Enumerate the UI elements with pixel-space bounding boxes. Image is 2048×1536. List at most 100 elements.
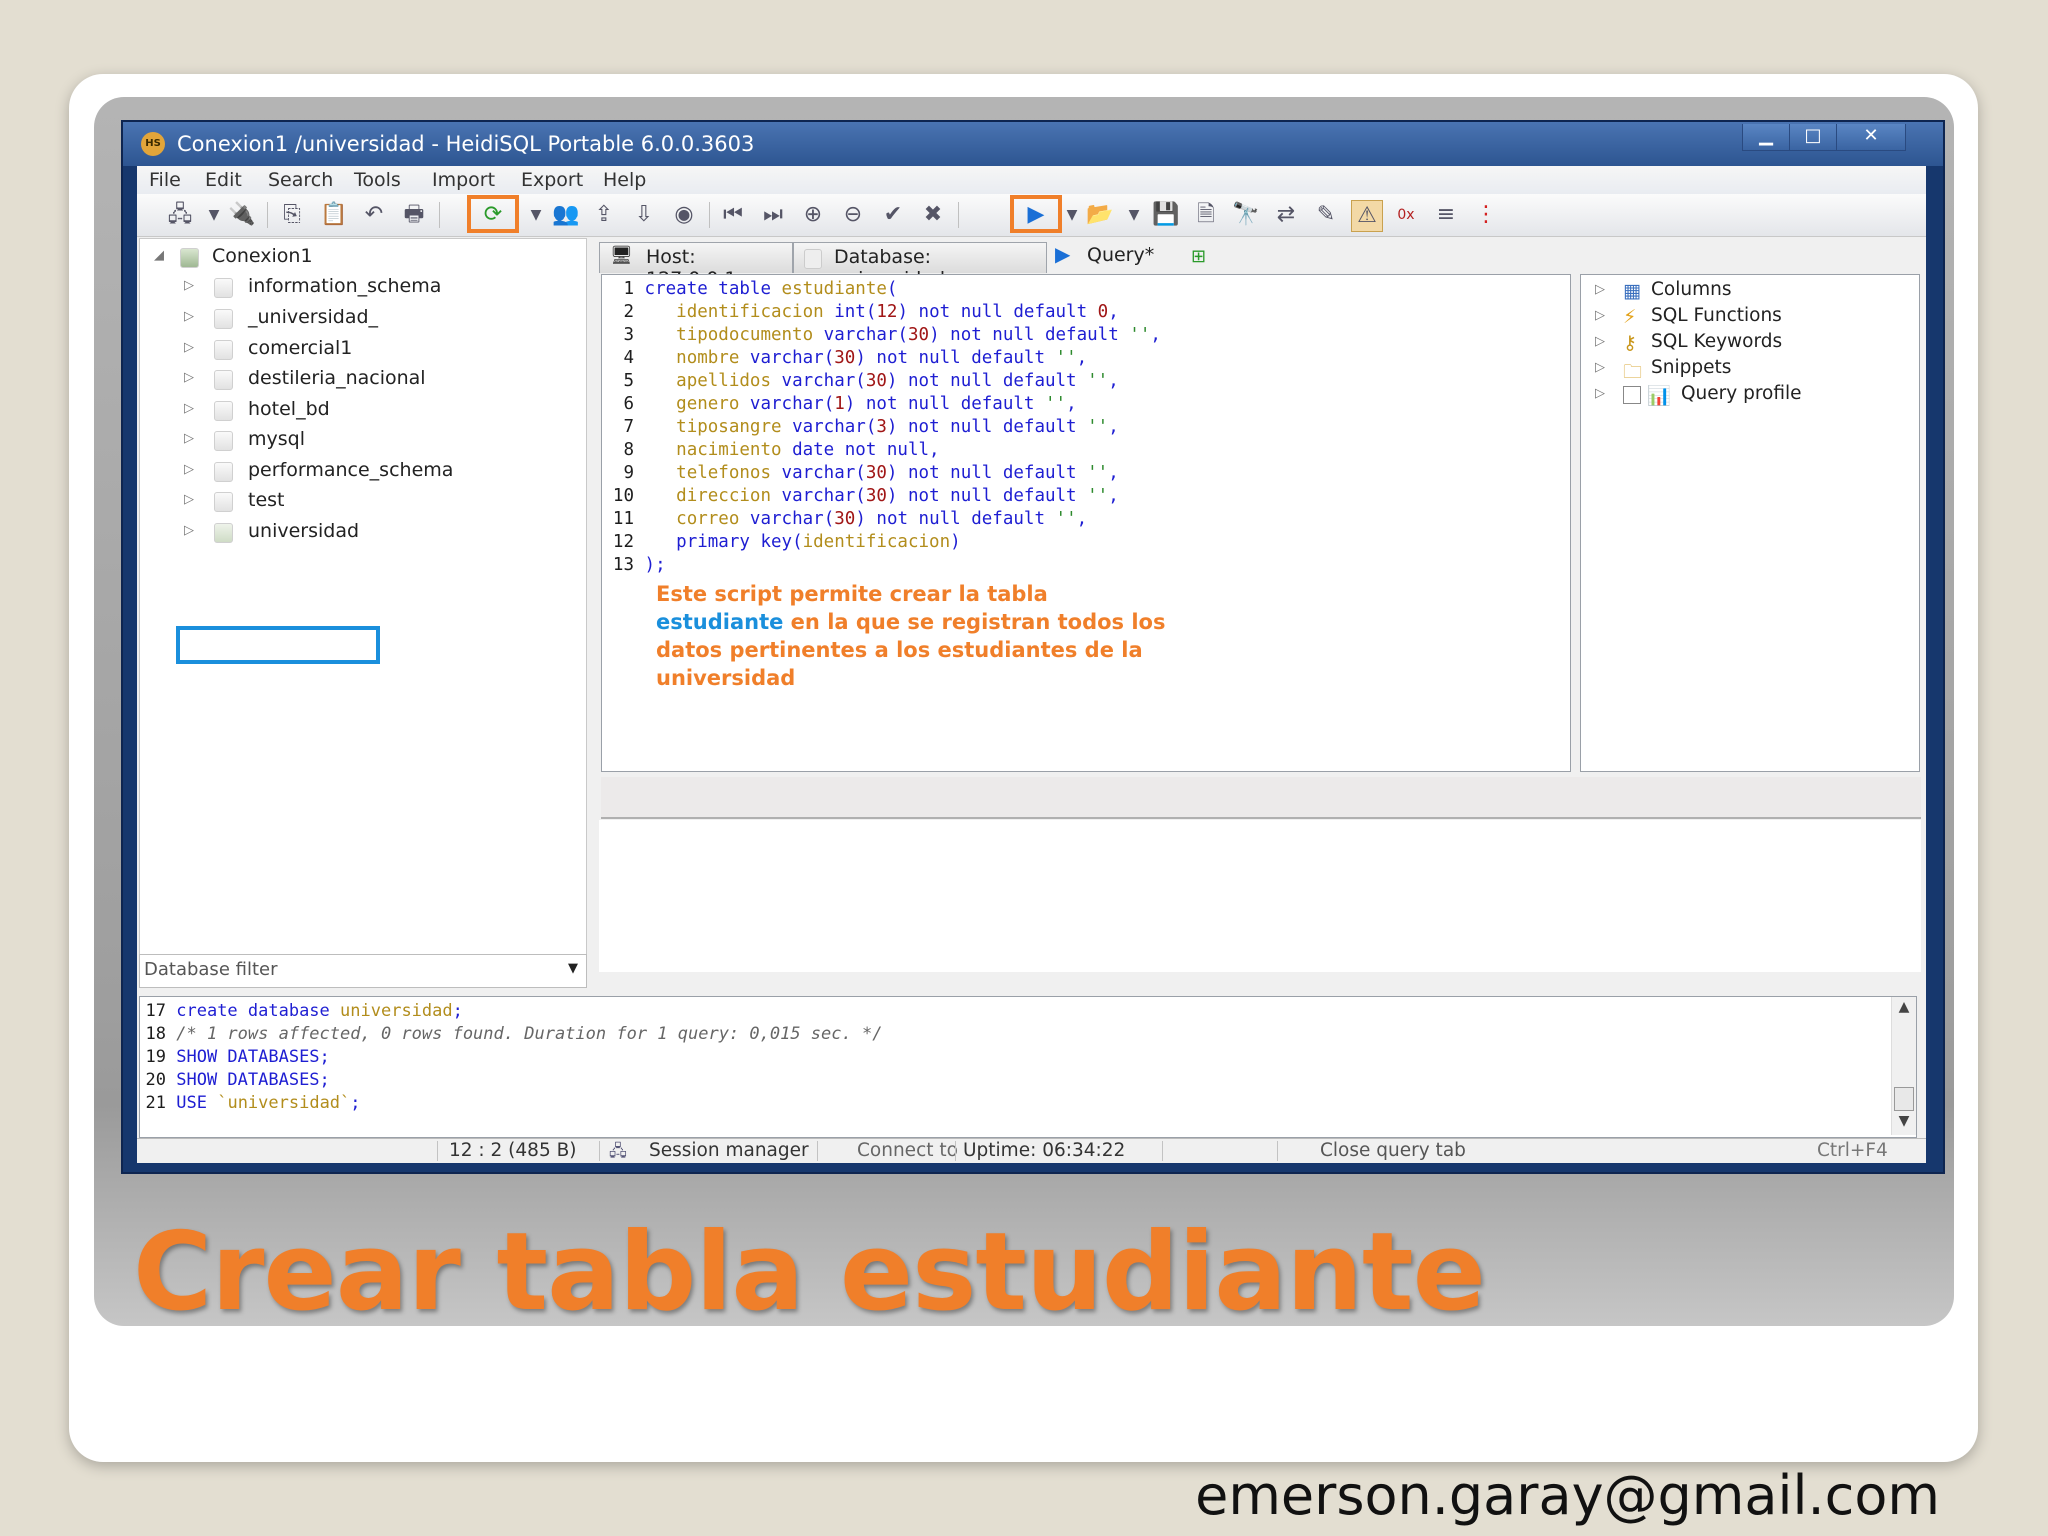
heidisql-window: HS Conexion1 /universidad - HeidiSQL Por… xyxy=(121,120,1945,1174)
expand-arrow-icon[interactable]: ▷ xyxy=(1595,386,1605,401)
log-scrollbar[interactable]: ▲ ▼ xyxy=(1891,997,1916,1135)
expand-arrow-icon[interactable]: ▷ xyxy=(184,278,194,293)
undo-icon[interactable]: ↶ xyxy=(359,200,389,230)
expand-arrow-icon[interactable]: ▷ xyxy=(1595,308,1605,323)
execute-query-icon[interactable]: ▶ xyxy=(1021,200,1051,230)
code-line: 4 nombre varchar(30) not null default ''… xyxy=(623,348,1088,368)
sql-editor[interactable]: 1 create table estudiante( 2 identificac… xyxy=(601,274,1571,772)
checkbox-icon[interactable] xyxy=(1623,386,1641,404)
status-connect-to[interactable]: Connect to xyxy=(857,1140,958,1161)
expand-arrow-icon[interactable]: ▷ xyxy=(184,492,194,507)
code-line: 5 apellidos varchar(30) not null default… xyxy=(623,371,1119,391)
wrap-icon[interactable]: ≡ xyxy=(1431,200,1461,230)
expand-arrow-icon[interactable]: ▷ xyxy=(184,462,194,477)
maintenance-icon[interactable]: ◉ xyxy=(669,200,699,230)
expand-arrow-icon[interactable]: ▷ xyxy=(1595,360,1605,375)
columns-icon: ▦ xyxy=(1623,280,1641,302)
more-icon[interactable]: ⋮ xyxy=(1471,200,1501,230)
minimize-button[interactable]: ▁ xyxy=(1742,124,1790,151)
menu-tools[interactable]: Tools xyxy=(354,169,401,191)
database-icon xyxy=(214,492,233,512)
status-uptime: Uptime: 06:34:22 xyxy=(963,1140,1126,1161)
tree-item-label: mysql xyxy=(248,428,305,450)
connect-icon[interactable]: 🖧 xyxy=(165,200,195,230)
warning-icon[interactable]: ⚠ xyxy=(1351,200,1383,232)
menu-search[interactable]: Search xyxy=(268,169,333,191)
expand-arrow-icon[interactable]: ▷ xyxy=(184,309,194,324)
log-line: 17 create database universidad; xyxy=(145,1001,463,1021)
delete-record-icon[interactable]: ⊖ xyxy=(838,200,868,230)
print-icon[interactable]: 🖶 xyxy=(399,200,429,230)
close-button[interactable]: ✕ xyxy=(1836,124,1906,151)
menu-edit[interactable]: Edit xyxy=(205,169,242,191)
tree-item-label: performance_schema xyxy=(248,459,454,481)
scroll-up-icon[interactable]: ▲ xyxy=(1892,999,1916,1019)
chevron-down-icon[interactable]: ▼ xyxy=(568,961,578,976)
database-icon xyxy=(214,462,233,482)
chevron-down-icon[interactable]: ▼ xyxy=(1119,200,1149,230)
binary-mode-icon[interactable]: 0x xyxy=(1391,200,1421,230)
code-line: 1 create table estudiante( xyxy=(623,279,898,299)
server-icon xyxy=(180,248,199,268)
log-line: 18 /* 1 rows affected, 0 rows found. Dur… xyxy=(145,1024,883,1044)
copy-icon[interactable]: ⎘ xyxy=(277,200,307,230)
toolbar: 🖧 ▼ 🔌 ⎘ 📋 ↶ 🖶 ⟳ ▼ 👥 ⇪ ⇩ ◉ ⏮ ⏭ ⊕ ⊖ ✔ ✖ ▶ xyxy=(137,194,1926,237)
menu-export[interactable]: Export xyxy=(521,169,583,191)
tree-item-label: destileria_nacional xyxy=(248,367,426,389)
scroll-down-icon[interactable]: ▼ xyxy=(1892,1113,1916,1133)
menu-import[interactable]: Import xyxy=(432,169,495,191)
find-icon[interactable]: 🔭 xyxy=(1231,200,1261,230)
code-line: 11 correo varchar(30) not null default '… xyxy=(612,509,1088,529)
disconnect-icon[interactable]: 🔌 xyxy=(227,200,257,230)
save-icon[interactable]: 💾 xyxy=(1151,200,1181,230)
chevron-down-icon[interactable]: ▼ xyxy=(521,200,551,230)
expand-arrow-icon[interactable]: ▷ xyxy=(184,401,194,416)
chevron-down-icon[interactable]: ▼ xyxy=(1057,200,1087,230)
status-session-manager[interactable]: Session manager xyxy=(649,1140,809,1161)
sql-log[interactable]: 17 create database universidad; 18 /* 1 … xyxy=(139,996,1917,1138)
cancel-record-icon[interactable]: ✖ xyxy=(918,200,948,230)
post-record-icon[interactable]: ✔ xyxy=(878,200,908,230)
tree-item-label: information_schema xyxy=(248,275,442,297)
tree-root-label: Conexion1 xyxy=(212,245,313,267)
open-file-icon[interactable]: 📂 xyxy=(1085,200,1115,230)
menu-file[interactable]: File xyxy=(149,169,181,191)
last-record-icon[interactable]: ⏭ xyxy=(758,200,788,230)
toolbar-separator xyxy=(267,202,268,228)
export-icon[interactable]: ⇪ xyxy=(589,200,619,230)
replace-icon[interactable]: ⇄ xyxy=(1271,200,1301,230)
paste-icon[interactable]: 📋 xyxy=(319,200,349,230)
user-manager-icon[interactable]: 👥 xyxy=(551,200,581,230)
save-snippet-icon[interactable]: 🗎 xyxy=(1191,200,1221,230)
expand-arrow-icon[interactable]: ▷ xyxy=(1595,334,1605,349)
first-record-icon[interactable]: ⏮ xyxy=(718,200,748,230)
expand-arrow-icon[interactable]: ◢ xyxy=(154,248,164,263)
expand-arrow-icon[interactable]: ▷ xyxy=(184,431,194,446)
refresh-icon[interactable]: ⟳ xyxy=(478,200,508,230)
code-line: 2 identificacion int(12) not null defaul… xyxy=(623,302,1119,322)
insert-record-icon[interactable]: ⊕ xyxy=(798,200,828,230)
tab-query-label: Query* xyxy=(1087,244,1155,266)
menu-help[interactable]: Help xyxy=(603,169,646,191)
title-bar[interactable]: HS Conexion1 /universidad - HeidiSQL Por… xyxy=(123,122,1943,166)
host-icon: 🖥 xyxy=(610,245,633,266)
new-query-tab-icon[interactable]: ⊞ xyxy=(1191,246,1206,267)
expand-arrow-icon[interactable]: ▷ xyxy=(184,523,194,538)
menu-bar: File Edit Search Tools Import Export Hel… xyxy=(137,166,1926,194)
tab-query[interactable]: ▶ Query* xyxy=(1047,242,1169,272)
heidisql-app-icon: HS xyxy=(141,132,165,156)
database-filter[interactable]: Database filter ▼ xyxy=(139,954,587,988)
expand-arrow-icon[interactable]: ▷ xyxy=(1595,282,1605,297)
expand-arrow-icon[interactable]: ▷ xyxy=(184,340,194,355)
format-sql-icon[interactable]: ✎ xyxy=(1311,200,1341,230)
maximize-button[interactable]: □ xyxy=(1789,124,1837,151)
helper-item-label: SQL Keywords xyxy=(1651,331,1783,352)
scroll-thumb[interactable] xyxy=(1894,1087,1914,1111)
slide-email: emerson.garay@gmail.com xyxy=(1195,1464,1940,1527)
import-icon[interactable]: ⇩ xyxy=(629,200,659,230)
chevron-down-icon[interactable]: ▼ xyxy=(199,200,229,230)
tab-database[interactable]: Database: universidad xyxy=(793,242,1047,290)
expand-arrow-icon[interactable]: ▷ xyxy=(184,370,194,385)
tab-host[interactable]: 🖥 Host: 127.0.0.1 xyxy=(599,242,793,290)
lightning-icon: ⚡ xyxy=(1623,306,1637,328)
